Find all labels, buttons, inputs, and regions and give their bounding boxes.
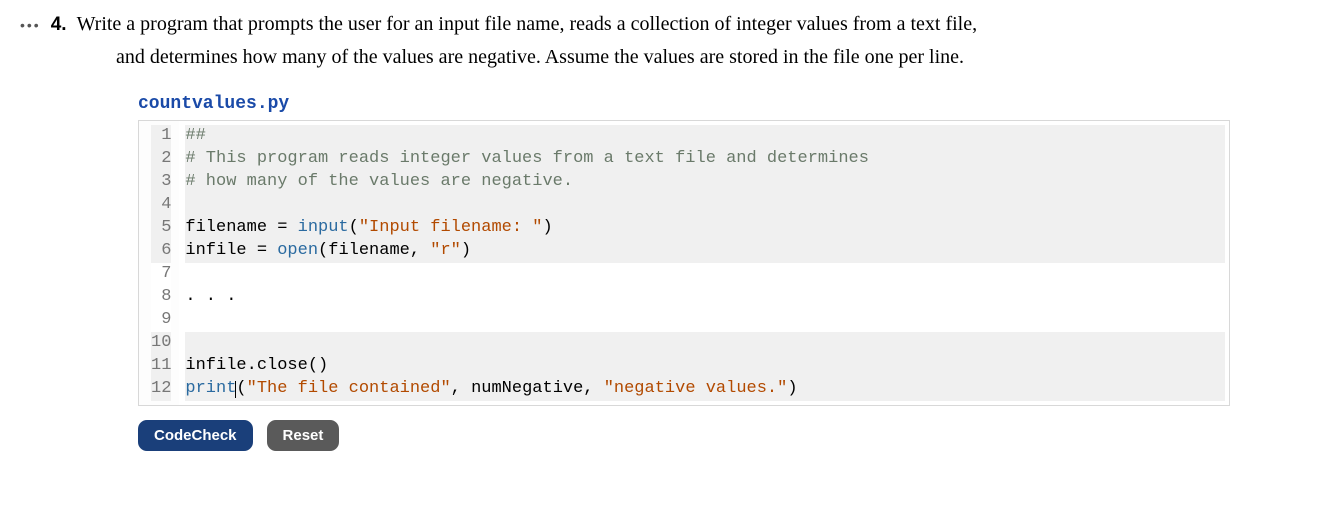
code-line: [185, 194, 1225, 217]
codecheck-button[interactable]: CodeCheck: [138, 420, 253, 451]
line-number: 4: [151, 194, 171, 217]
code-line: [185, 332, 1225, 355]
code-editor[interactable]: 123456789101112 ### This program reads i…: [138, 120, 1230, 406]
code-area[interactable]: ### This program reads integer values fr…: [179, 121, 1229, 405]
code-line: print("The file contained", numNegative,…: [185, 378, 1225, 401]
difficulty-dots: •••: [20, 17, 41, 33]
reset-button[interactable]: Reset: [267, 420, 340, 451]
problem-text-continued: and determines how many of the values ar…: [116, 43, 1310, 72]
button-row: CodeCheck Reset: [138, 420, 1230, 451]
code-line: # This program reads integer values from…: [185, 148, 1225, 171]
line-number: 8: [151, 286, 171, 309]
code-line: # how many of the values are negative.: [185, 171, 1225, 194]
line-number: 9: [151, 309, 171, 332]
filename-label: countvalues.py: [138, 94, 1230, 114]
code-line: filename = input("Input filename: "): [185, 217, 1225, 240]
code-line: infile = open(filename, "r"): [185, 240, 1225, 263]
problem-header: ••• 4. Write a program that prompts the …: [20, 10, 1310, 39]
line-number: 1: [151, 125, 171, 148]
line-number: 11: [151, 355, 171, 378]
code-line[interactable]: . . .: [185, 286, 1225, 309]
problem-number: 4.: [51, 14, 67, 36]
line-number: 6: [151, 240, 171, 263]
code-line: ##: [185, 125, 1225, 148]
code-line[interactable]: [185, 263, 1225, 286]
line-number: 10: [151, 332, 171, 355]
line-number-gutter: 123456789101112: [139, 121, 179, 405]
code-line: infile.close(): [185, 355, 1225, 378]
line-number: 12: [151, 378, 171, 401]
line-number: 3: [151, 171, 171, 194]
line-number: 2: [151, 148, 171, 171]
line-number: 7: [151, 263, 171, 286]
line-number: 5: [151, 217, 171, 240]
code-line[interactable]: [185, 309, 1225, 332]
problem-text: Write a program that prompts the user fo…: [77, 10, 1310, 39]
